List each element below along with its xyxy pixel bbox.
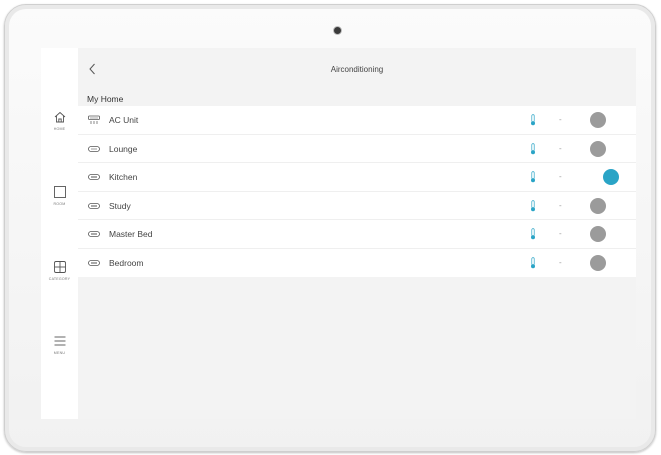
app-screen: HOME ROOM CATEGORY MENU Airconditioning … bbox=[41, 48, 636, 419]
main-content: Airconditioning My Home AC Unit - Lounge… bbox=[78, 48, 636, 419]
list-item[interactable]: Kitchen - bbox=[78, 163, 636, 192]
ac-unit-icon bbox=[88, 115, 100, 124]
category-icon bbox=[53, 261, 66, 273]
power-toggle[interactable] bbox=[603, 169, 619, 185]
list-item-label: Lounge bbox=[109, 143, 138, 154]
ac-unit-icon bbox=[88, 174, 100, 180]
power-toggle[interactable] bbox=[590, 140, 606, 157]
list-item-label: Study bbox=[109, 200, 131, 211]
ac-unit-icon bbox=[88, 259, 100, 266]
sidebar-item-label: CATEGORY bbox=[48, 277, 71, 281]
sidebar-item-category[interactable]: CATEGORY bbox=[41, 260, 78, 290]
chevron-left-icon[interactable] bbox=[87, 62, 99, 76]
list-item-label: AC Unit bbox=[109, 115, 139, 125]
sidebar-item-menu[interactable]: MENU bbox=[41, 334, 78, 364]
device-list: AC Unit - Lounge - Kitchen - Study - Mas… bbox=[78, 106, 636, 277]
temperature-value: - bbox=[559, 229, 562, 238]
temperature-value: - bbox=[559, 115, 562, 124]
sidebar-item-room[interactable]: ROOM bbox=[41, 185, 78, 215]
sidebar-item-label: HOME bbox=[53, 127, 66, 131]
list-item-label: Kitchen bbox=[109, 172, 138, 182]
section-title: My Home bbox=[87, 94, 124, 104]
power-toggle[interactable] bbox=[590, 112, 606, 128]
ac-unit-icon bbox=[88, 231, 100, 237]
sidebar-item-label: ROOM bbox=[53, 202, 66, 206]
temperature-value: - bbox=[559, 172, 562, 181]
list-item-label: Bedroom bbox=[109, 257, 144, 268]
temperature-value: - bbox=[559, 257, 562, 267]
list-item[interactable]: AC Unit - bbox=[78, 106, 636, 135]
temperature-value: - bbox=[559, 143, 562, 153]
power-toggle[interactable] bbox=[590, 254, 606, 271]
header: Airconditioning bbox=[78, 48, 636, 91]
thermometer-icon bbox=[531, 228, 535, 240]
room-icon bbox=[53, 186, 66, 198]
home-icon bbox=[54, 111, 65, 123]
power-toggle[interactable] bbox=[590, 197, 606, 214]
list-item[interactable]: Study - bbox=[78, 192, 636, 220]
sidebar-item-home[interactable]: HOME bbox=[41, 110, 78, 140]
ac-unit-icon bbox=[88, 145, 100, 152]
list-item[interactable]: Master Bed - bbox=[78, 220, 636, 249]
temperature-value: - bbox=[559, 200, 562, 210]
sidebar: HOME ROOM CATEGORY MENU bbox=[41, 48, 78, 419]
thermometer-icon bbox=[531, 114, 535, 126]
menu-icon bbox=[54, 336, 65, 346]
list-item[interactable]: Lounge - bbox=[78, 135, 636, 163]
ac-unit-icon bbox=[88, 202, 100, 209]
list-item[interactable]: Bedroom - bbox=[78, 249, 636, 278]
thermometer-icon bbox=[531, 171, 535, 183]
camera-icon bbox=[334, 27, 341, 34]
thermometer-icon bbox=[531, 199, 535, 211]
list-item-label: Master Bed bbox=[109, 229, 153, 239]
thermometer-icon bbox=[531, 256, 535, 268]
page-title: Airconditioning bbox=[330, 65, 384, 74]
power-toggle[interactable] bbox=[590, 226, 606, 242]
thermometer-icon bbox=[531, 142, 535, 154]
sidebar-item-label: MENU bbox=[53, 351, 66, 355]
